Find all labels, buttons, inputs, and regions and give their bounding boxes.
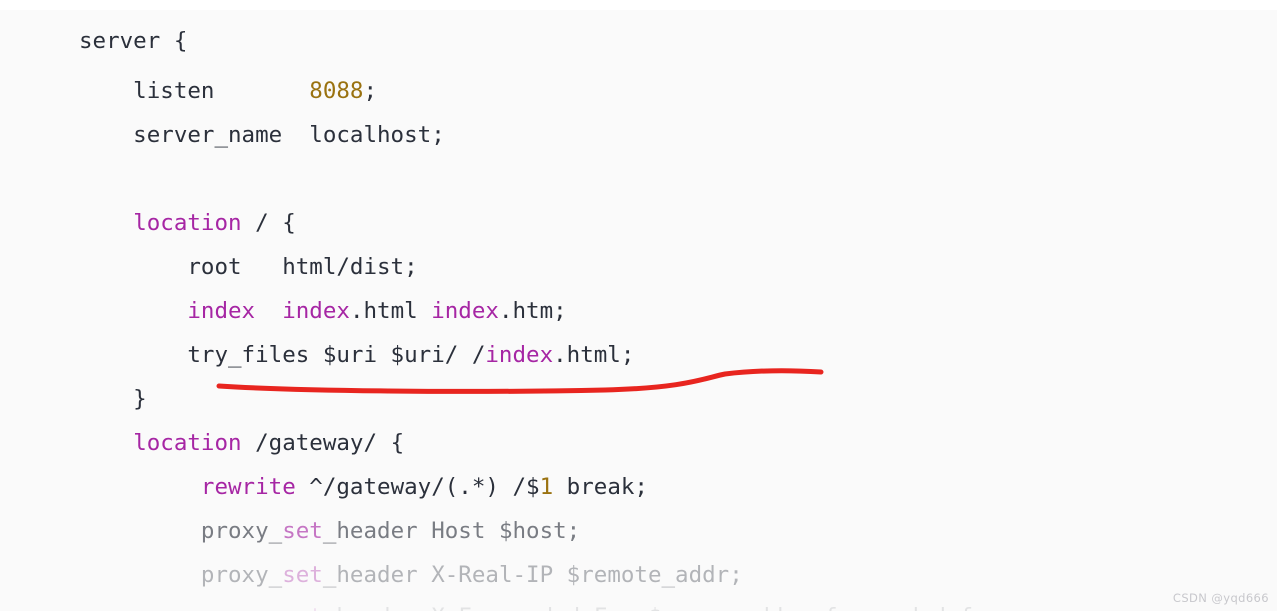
- code-token: _header X-Forwarded-For $proxy_add_x_for…: [323, 604, 1014, 611]
- code-token: server_name localhost;: [79, 122, 445, 148]
- code-token: set: [282, 518, 323, 544]
- code-token: set: [282, 562, 323, 588]
- code-token: index: [485, 342, 554, 368]
- csdn-watermark: CSDN @yqd666: [1172, 591, 1269, 605]
- code-line: try_files $uri $uri/ /index.html;: [79, 342, 634, 368]
- code-token: _header Host $host;: [322, 518, 581, 544]
- code-line: index index.html index.htm;: [79, 298, 567, 324]
- code-token: set: [282, 604, 323, 611]
- code-token: .htm;: [498, 298, 567, 324]
- code-line: server {: [79, 28, 187, 54]
- code-token: rewrite: [200, 474, 296, 500]
- code-line: proxy_set_header Host $host;: [79, 518, 580, 544]
- code-token: location: [133, 210, 242, 236]
- code-token: }: [79, 386, 147, 412]
- code-token: index: [431, 298, 499, 324]
- code-line: proxy_set_header X-Real-IP $remote_addr;: [79, 562, 743, 588]
- code-token: proxy_: [79, 562, 283, 588]
- code-token: try_files $uri $uri/ /: [79, 342, 486, 368]
- code-token: / {: [241, 210, 296, 236]
- code-token: 8088: [309, 78, 364, 104]
- code-line: rewrite ^/gateway/(.*) /$1 break;: [79, 474, 648, 500]
- code-line: root html/dist;: [79, 254, 418, 280]
- code-token: proxy_: [79, 518, 283, 544]
- code-token: .html: [349, 298, 432, 324]
- code-line: server_name localhost;: [79, 122, 445, 148]
- code-token: _header X-Real-IP $remote_addr;: [322, 562, 743, 588]
- screenshot-root: server { listen 8088; server_name localh…: [0, 0, 1277, 611]
- code-token: .html;: [553, 342, 635, 368]
- code-token: index: [187, 298, 256, 324]
- code-line: listen 8088;: [79, 78, 377, 104]
- code-token: location: [133, 430, 242, 456]
- code-token: root html/dist;: [79, 254, 418, 280]
- code-token: listen: [79, 78, 310, 104]
- code-token: 1: [539, 474, 554, 500]
- code-line: location /gateway/ {: [79, 430, 404, 456]
- code-token: /gateway/ {: [241, 430, 405, 456]
- nginx-code-block[interactable]: server { listen 8088; server_name localh…: [0, 0, 1277, 611]
- code-line: location / {: [79, 210, 296, 236]
- code-token: ^/gateway/(.*) /$: [295, 474, 540, 500]
- code-token: server {: [79, 28, 188, 54]
- code-line: proxy_set_header X-Forwarded-For $proxy_…: [79, 604, 1014, 611]
- code-token: proxy_: [79, 604, 282, 611]
- code-line: }: [79, 386, 147, 412]
- code-token: ;: [363, 78, 378, 104]
- code-token: index: [282, 298, 350, 324]
- code-token: break;: [553, 474, 648, 500]
